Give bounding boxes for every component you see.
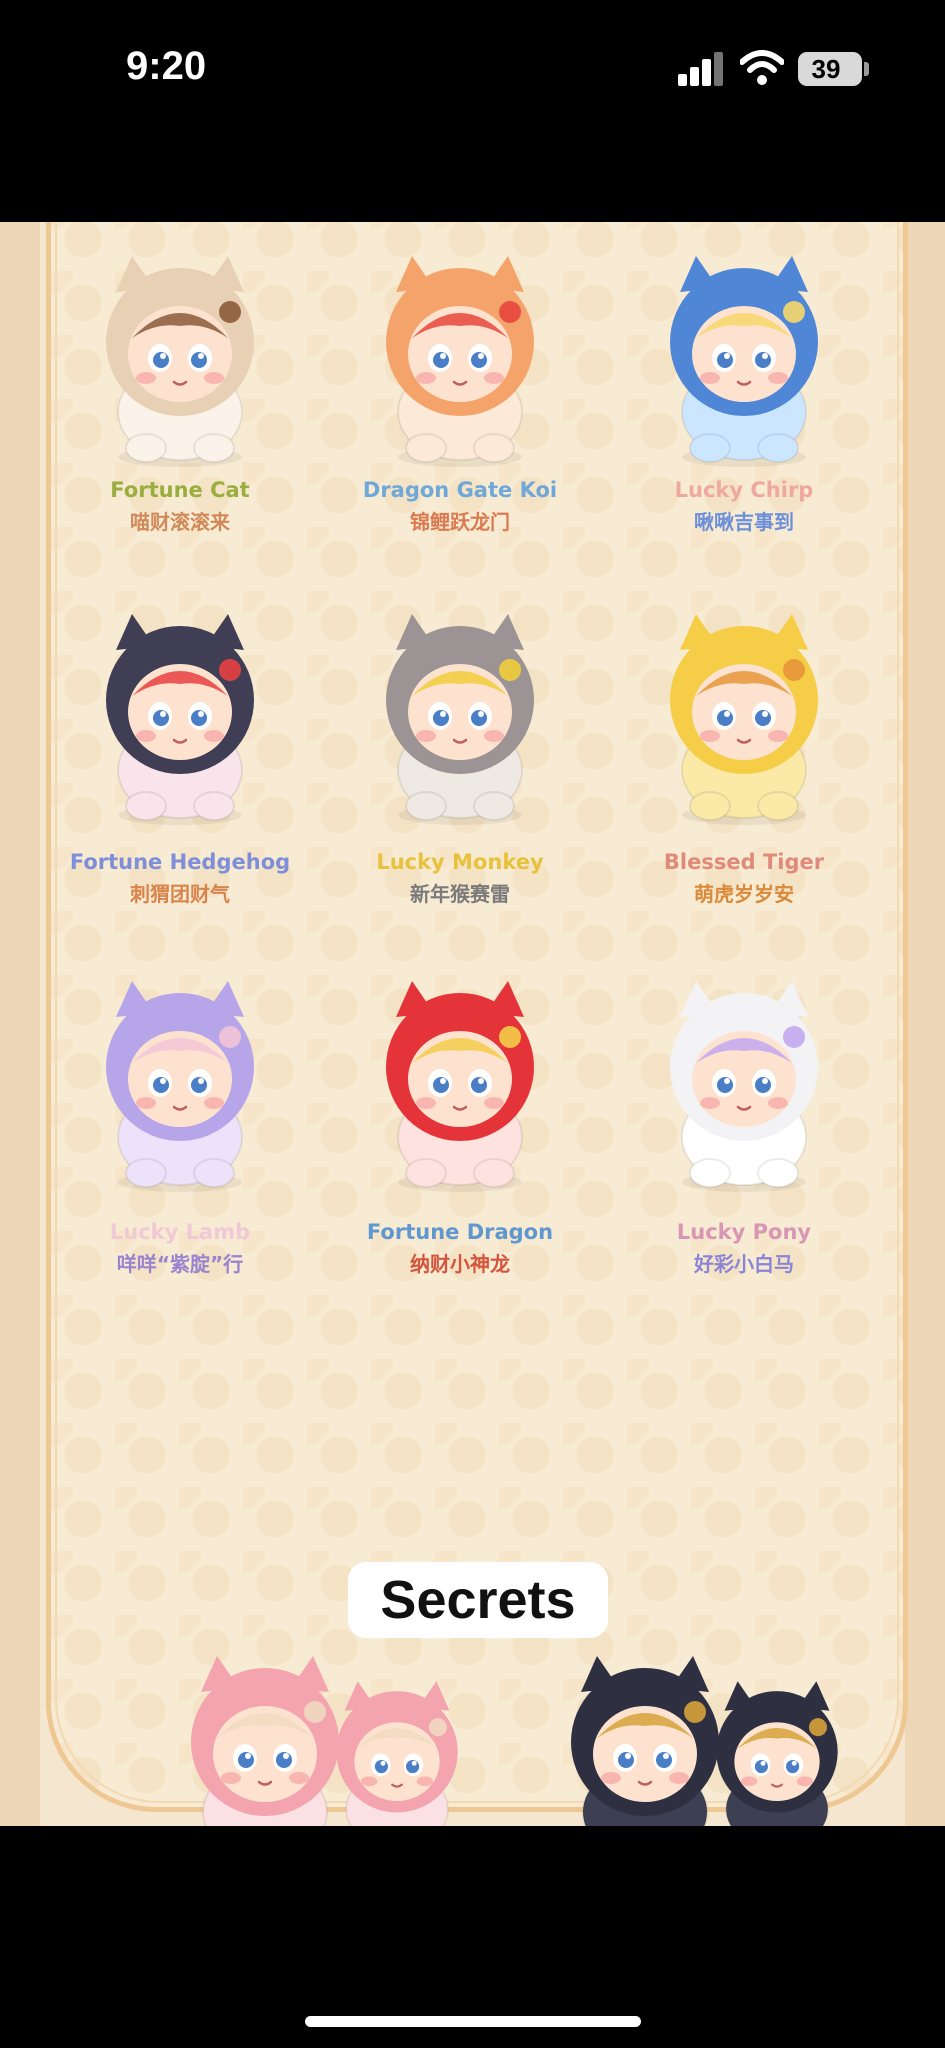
poster-right-margin xyxy=(905,222,945,1826)
figure-label: Blessed Tiger 萌虎岁岁安 xyxy=(594,850,894,907)
figure-name-en: Lucky Pony xyxy=(676,1220,812,1244)
battery-level: 39 xyxy=(811,54,841,84)
figure-name-cn: 咩咩“紫腚”行 xyxy=(116,1252,244,1276)
figure-name-cn: 锦鲤跃龙门 xyxy=(410,510,510,534)
home-indicator[interactable] xyxy=(305,2016,641,2027)
tiger-figure-icon xyxy=(644,610,844,830)
pink-lion-figure-icon xyxy=(315,1678,515,1826)
figure-name-en: Blessed Tiger xyxy=(663,850,825,874)
collection-poster: Fortune Cat 喵财滚滚来 Dragon Gate Koi 锦鲤跃龙门 xyxy=(0,222,945,1826)
status-time: 9:20 xyxy=(126,44,207,88)
figure-name-en: Lucky Lamb xyxy=(109,1220,251,1244)
figure-name-cn: 新年猴赛雷 xyxy=(410,882,510,906)
figure-label: Lucky Monkey 新年猴赛雷 xyxy=(310,850,610,907)
figure-name-cn: 纳财小神龙 xyxy=(410,1252,510,1276)
figure-label: Lucky Pony 好彩小白马 xyxy=(594,1220,894,1277)
figure-label: Dragon Gate Koi 锦鲤跃龙门 xyxy=(310,478,610,535)
cellular-signal-icon xyxy=(678,50,724,86)
hedgehog-figure-icon xyxy=(80,610,280,830)
figure-name-cn: 萌虎岁岁安 xyxy=(694,882,794,906)
battery-icon: 39 xyxy=(798,52,862,86)
figure-name-en: Fortune Cat xyxy=(110,478,250,502)
figure-name-en: Dragon Gate Koi xyxy=(362,478,558,502)
figure-name-cn: 好彩小白马 xyxy=(694,1252,794,1276)
figure-name-cn: 喵财滚滚来 xyxy=(130,510,230,534)
figure-name-en: Lucky Chirp xyxy=(674,478,814,502)
ink-lion-figure-icon xyxy=(695,1678,895,1826)
dragon-figure-icon xyxy=(360,977,560,1197)
secrets-badge: Secrets xyxy=(348,1562,608,1638)
wifi-icon xyxy=(740,50,784,85)
figure-name-cn: 啾啾吉事到 xyxy=(694,510,794,534)
bird-figure-icon xyxy=(644,252,844,472)
figure-label: Lucky Lamb 咩咩“紫腚”行 xyxy=(30,1220,330,1277)
figure-name-en: Lucky Monkey xyxy=(376,850,544,874)
figure-label: Fortune Hedgehog 刺猬团财气 xyxy=(30,850,330,907)
cat-figure-icon xyxy=(80,252,280,472)
figure-name-en: Fortune Dragon xyxy=(366,1220,554,1244)
figure-label: Fortune Cat 喵财滚滚来 xyxy=(30,478,330,535)
monkey-figure-icon xyxy=(360,610,560,830)
figure-label: Fortune Dragon 纳财小神龙 xyxy=(310,1220,610,1277)
figure-name-en: Fortune Hedgehog xyxy=(69,850,291,874)
koi-figure-icon xyxy=(360,252,560,472)
pony-figure-icon xyxy=(644,977,844,1197)
figure-label: Lucky Chirp 啾啾吉事到 xyxy=(594,478,894,535)
lamb-figure-icon xyxy=(80,977,280,1197)
status-bar: 9:20 39 xyxy=(0,0,945,140)
figure-name-cn: 刺猬团财气 xyxy=(130,882,230,906)
battery-tip xyxy=(864,62,869,76)
secrets-title: Secrets xyxy=(380,1570,576,1630)
poster-left-margin xyxy=(0,222,40,1826)
